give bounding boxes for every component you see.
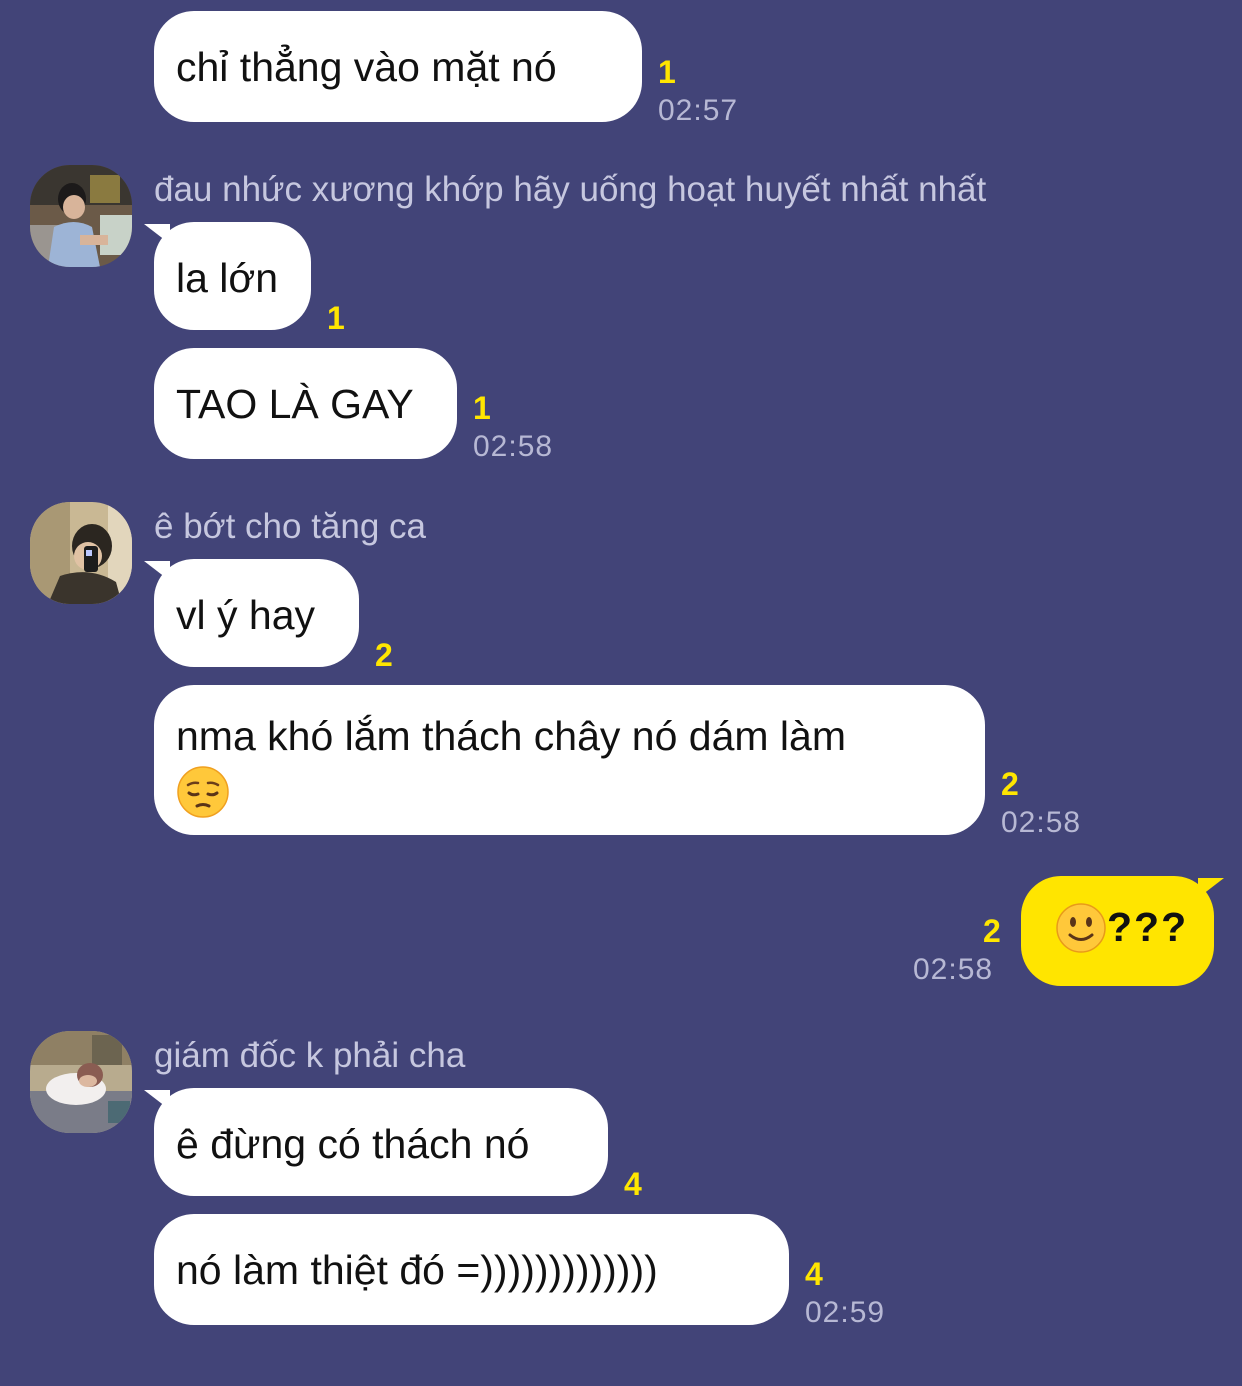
- unread-count: 1: [327, 300, 345, 336]
- message-bubble[interactable]: nma khó lắm thách chây nó dám làm: [154, 685, 985, 835]
- unread-count: 1: [658, 54, 676, 90]
- message-text: TAO LÀ GAY: [176, 381, 414, 427]
- unread-count: 2: [983, 913, 1001, 949]
- bubble-tail: [144, 561, 170, 581]
- unread-count: 2: [375, 637, 393, 673]
- avatar[interactable]: [30, 1031, 132, 1133]
- message-text: la lớn: [176, 255, 279, 301]
- message-timestamp: 02:58: [473, 430, 554, 463]
- bubble-tail: [1198, 878, 1224, 898]
- message-text: ê đừng có thách nó: [176, 1121, 530, 1167]
- bubble-tail: [144, 224, 170, 244]
- avatar[interactable]: [30, 502, 132, 604]
- unread-count: 4: [805, 1256, 823, 1292]
- message-bubble[interactable]: TAO LÀ GAY: [154, 348, 457, 459]
- message-text: chỉ thẳng vào mặt nó: [176, 44, 557, 90]
- message-timestamp: 02:57: [658, 94, 739, 127]
- sender-name: ê bớt cho tăng ca: [154, 507, 427, 546]
- profile-photo-icon: [30, 502, 132, 604]
- slightly-smiling-face-emoji-icon: [1056, 903, 1106, 953]
- pensive-face-emoji-icon: [177, 766, 229, 818]
- unread-count: 1: [473, 390, 491, 426]
- message-text: nma khó lắm thách chây nó dám làm: [176, 713, 846, 759]
- message-bubble[interactable]: nó làm thiệt đó =))))))))))))): [154, 1214, 789, 1325]
- avatar[interactable]: [30, 165, 132, 267]
- message-bubble[interactable]: chỉ thẳng vào mặt nó: [154, 11, 642, 122]
- message-text: ???: [1107, 904, 1189, 950]
- profile-photo-icon: [30, 165, 132, 267]
- message-bubble[interactable]: vl ý hay: [144, 559, 359, 667]
- unread-count: 4: [624, 1166, 642, 1202]
- message-bubble[interactable]: la lớn: [144, 222, 311, 330]
- message-text: nó làm thiệt đó =))))))))))))): [176, 1247, 658, 1293]
- bubble-tail: [144, 1090, 170, 1110]
- message-timestamp: 02:58: [1001, 806, 1082, 839]
- message-bubble[interactable]: ê đừng có thách nó: [144, 1088, 608, 1196]
- message-timestamp: 02:59: [805, 1296, 886, 1329]
- message-text: vl ý hay: [176, 592, 315, 638]
- unread-count: 2: [1001, 766, 1019, 802]
- sender-name: đau nhức xương khớp hãy uống hoạt huyết …: [154, 170, 987, 209]
- sender-name: giám đốc k phải cha: [154, 1036, 466, 1075]
- message-timestamp: 02:58: [913, 953, 994, 986]
- own-message-bubble[interactable]: ???: [1021, 876, 1224, 986]
- profile-photo-icon: [30, 1031, 132, 1133]
